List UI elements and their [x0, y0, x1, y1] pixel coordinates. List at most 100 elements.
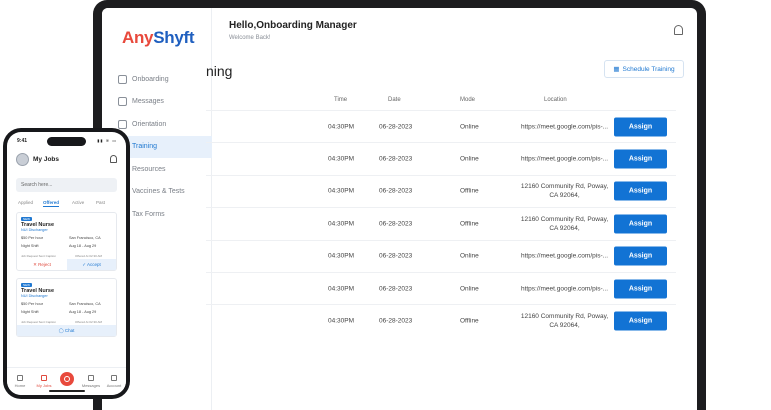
- row-time: 04:30PM: [328, 187, 355, 195]
- assign-button[interactable]: Assign: [614, 311, 667, 331]
- phone-notch: [47, 137, 86, 146]
- bell-icon[interactable]: [674, 25, 683, 35]
- row-location: 12160 Community Rd, Poway, CA 92064,: [520, 183, 609, 200]
- job-card[interactable]: NEW Travel Nurse NUI Dischanger $50 Per …: [16, 278, 117, 337]
- table-row: 04:30PM 06-28-2023 Online https://meet.g…: [206, 239, 676, 272]
- job-note: Job Request Sent Caption: [21, 254, 57, 258]
- job-location: San Francisco, CA: [69, 236, 101, 240]
- sidebar-item-label: Orientation: [132, 120, 167, 128]
- messages-icon: [88, 375, 94, 381]
- bottom-nav-home[interactable]: Home: [10, 375, 30, 388]
- job-card[interactable]: NEW Travel Nurse NUI Dischanger $50 Per …: [16, 212, 117, 271]
- row-time: 04:30PM: [328, 123, 355, 131]
- logo-shyft: Shyft: [153, 28, 195, 47]
- new-badge: NEW: [21, 217, 32, 221]
- training-table: 04:30PM 06-28-2023 Online https://meet.g…: [206, 110, 676, 337]
- welcome-subtitle: Welcome Back!: [229, 35, 271, 41]
- assign-button[interactable]: Assign: [614, 246, 667, 266]
- mobile-page-title: My Jobs: [33, 156, 60, 163]
- table-row: 04:30PM 06-28-2023 Offline 12160 Communi…: [206, 304, 676, 336]
- bottom-nav-label: Messages: [81, 383, 101, 388]
- row-time: 04:30PM: [328, 317, 355, 325]
- table-row: 04:30PM 06-28-2023 Offline 12160 Communi…: [206, 207, 676, 239]
- laptop-frame: AnyShyft Onboarding Messages Orientation…: [93, 0, 706, 410]
- sidebar-item-onboarding[interactable]: Onboarding: [102, 68, 212, 91]
- bottom-nav-my-jobs[interactable]: My Jobs: [34, 375, 54, 388]
- bell-icon[interactable]: [110, 155, 117, 163]
- tab-offered[interactable]: Offered: [43, 200, 60, 207]
- page-title: ning: [206, 63, 233, 79]
- accept-button[interactable]: ✓ Accept: [67, 259, 116, 270]
- row-time: 04:30PM: [328, 155, 355, 163]
- calendar-icon: ▦: [613, 66, 620, 73]
- job-rate: $50 Per hour: [21, 302, 43, 306]
- assign-button[interactable]: Assign: [614, 181, 667, 201]
- app-logo[interactable]: AnyShyft: [122, 28, 195, 48]
- sidebar-item-label: Tax Forms: [132, 210, 165, 218]
- schedule-training-button[interactable]: ▦ Schedule Training: [604, 60, 684, 78]
- status-icons: ▮▮ ≋ ▭: [97, 138, 117, 143]
- job-tabs: Applied Offered Active Past: [16, 199, 117, 209]
- row-date: 06-28-2023: [379, 187, 413, 195]
- assign-button[interactable]: Assign: [614, 279, 667, 299]
- sidebar-item-messages[interactable]: Messages: [102, 91, 212, 114]
- job-rate: $50 Per hour: [21, 236, 43, 240]
- column-date: Date: [388, 97, 401, 103]
- row-mode: Offline: [460, 220, 479, 228]
- row-location: 12160 Community Rd, Poway, CA 92064,: [520, 313, 609, 330]
- row-time: 04:30PM: [328, 252, 355, 260]
- messages-icon: [118, 97, 127, 107]
- job-offered-time: Offered At 02:30 AM: [75, 254, 102, 258]
- table-row: 04:30PM 06-28-2023 Online https://meet.g…: [206, 271, 676, 304]
- job-actions: ✕ Reject ✓ Accept: [17, 259, 116, 270]
- bottom-nav-messages[interactable]: Messages: [81, 375, 101, 388]
- job-location: San Francisco, CA: [69, 302, 101, 306]
- my-jobs-icon: [41, 375, 47, 381]
- row-mode: Online: [460, 123, 479, 131]
- phone-frame: 9:41 ▮▮ ≋ ▭ My Jobs Search here... Appli…: [3, 128, 130, 399]
- greeting: Hello,Onboarding Manager: [229, 20, 357, 31]
- column-mode: Mode: [460, 97, 476, 103]
- job-offered-time: Offered At 02:30 AM: [75, 320, 102, 324]
- row-location: https://meet.google.com/pis-...: [520, 252, 609, 260]
- job-org: NUI Dischanger: [21, 228, 48, 232]
- assign-button[interactable]: Assign: [614, 214, 667, 234]
- bottom-nav-label: Account: [106, 383, 122, 388]
- row-date: 06-28-2023: [379, 252, 413, 260]
- bottom-nav-account[interactable]: Account: [104, 375, 124, 388]
- row-date: 06-28-2023: [379, 317, 413, 325]
- onboarding-icon: [118, 74, 127, 84]
- sidebar-item-label: Vaccines & Tests: [132, 188, 185, 196]
- schedule-training-label: Schedule Training: [622, 65, 675, 73]
- job-dates: Aug 18 - Aug 29: [69, 244, 97, 248]
- row-location: https://meet.google.com/pis-...: [520, 123, 609, 131]
- row-date: 06-28-2023: [379, 220, 413, 228]
- tab-past[interactable]: Past: [96, 200, 105, 205]
- row-mode: Offline: [460, 317, 479, 325]
- job-note: Job Request Sent Caption: [21, 320, 57, 324]
- row-location: https://meet.google.com/pis-...: [520, 155, 609, 163]
- row-mode: Online: [460, 285, 479, 293]
- assign-button[interactable]: Assign: [614, 149, 667, 169]
- reject-button[interactable]: ✕ Reject: [17, 259, 67, 270]
- web-app-screen: AnyShyft Onboarding Messages Orientation…: [102, 8, 697, 410]
- job-shift: Night Shift: [21, 310, 39, 314]
- search-input[interactable]: Search here...: [16, 178, 117, 192]
- bottom-nav-label: Home: [14, 383, 26, 388]
- row-location: https://meet.google.com/pis-...: [520, 285, 609, 293]
- logo-any: Any: [122, 28, 154, 47]
- row-location: 12160 Community Rd, Poway, CA 92064,: [520, 215, 609, 232]
- job-dates: Aug 18 - Aug 29: [69, 310, 97, 314]
- sidebar-item-label: Onboarding: [132, 75, 169, 83]
- account-icon: [111, 375, 117, 381]
- row-date: 06-28-2023: [379, 285, 413, 293]
- assign-button[interactable]: Assign: [614, 117, 667, 137]
- mobile-header: My Jobs: [16, 152, 117, 168]
- table-row: 04:30PM 06-28-2023 Offline 12160 Communi…: [206, 174, 676, 207]
- status-time: 9:41: [17, 138, 28, 144]
- search-jobs-button[interactable]: [60, 372, 74, 386]
- tab-applied[interactable]: Applied: [18, 200, 33, 205]
- chat-button[interactable]: ◯ Chat: [17, 325, 116, 336]
- tab-active[interactable]: Active: [72, 200, 84, 205]
- avatar[interactable]: [16, 153, 29, 166]
